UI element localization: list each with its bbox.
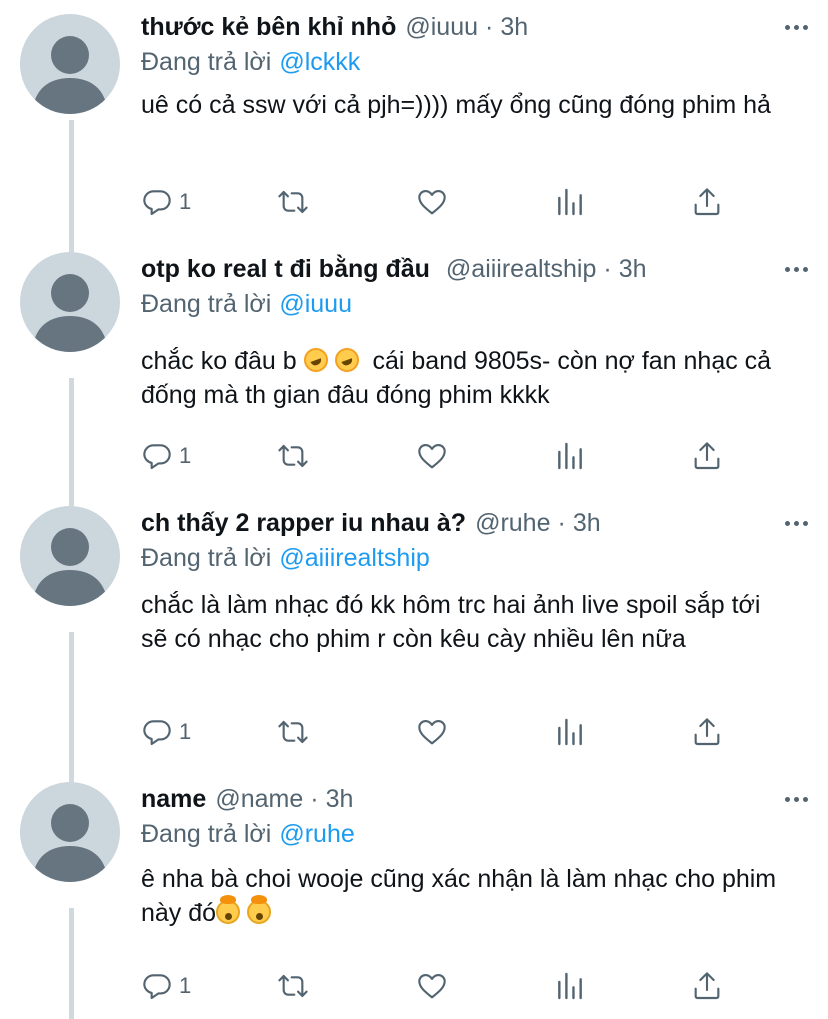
user-handle[interactable]: @name [215, 785, 303, 814]
tweet-header: name @name · 3h [141, 782, 808, 816]
retweet-icon [278, 190, 308, 214]
tweet-actions: 1 [141, 438, 731, 474]
share-icon [694, 188, 720, 216]
tweet-text: chắc ko đâu b cái band 9805s- còn nợ fan… [141, 344, 808, 412]
tweet-text: uê có cả ssw với cả pjh=)))) mấy ổng cũn… [141, 88, 808, 122]
replying-to-label: Đang trả lời [141, 289, 272, 318]
retweet-icon [278, 444, 308, 468]
tweet-header: ch thấy 2 rapper iu nhau à? @ruhe · 3h [141, 506, 808, 540]
tweet-header: thước kẻ bên khỉ nhỏ @iuuu · 3h [141, 10, 808, 44]
avatar[interactable] [20, 14, 120, 114]
avatar[interactable] [20, 506, 120, 606]
retweet-icon [278, 974, 308, 998]
like-button[interactable] [416, 714, 448, 750]
exploding-head-emoji-icon [247, 895, 272, 924]
views-button[interactable] [554, 968, 586, 1004]
share-button[interactable] [691, 184, 723, 220]
heart-icon [418, 974, 446, 999]
tweet-actions: 1 [141, 184, 731, 220]
replying-to: Đang trả lời @iuuu [141, 286, 808, 322]
display-name[interactable]: otp ko real t đi bằng đầu [141, 255, 430, 284]
tweet-text-part: uê có cả ssw với cả pjh=)))) mấy ổng cũn… [141, 91, 771, 119]
replying-to-label: Đang trả lời [141, 543, 272, 572]
user-handle[interactable]: @ruhe [475, 509, 550, 538]
analytics-icon [558, 442, 582, 470]
timestamp[interactable]: 3h [500, 13, 528, 42]
heart-icon [418, 190, 446, 215]
retweet-button[interactable] [277, 714, 309, 750]
separator: · [485, 12, 494, 41]
mention-link[interactable]: @ruhe [279, 820, 354, 849]
reply-button[interactable]: 1 [141, 184, 191, 220]
retweet-button[interactable] [277, 438, 309, 474]
share-icon [694, 718, 720, 746]
separator: · [603, 254, 612, 283]
display-name[interactable]: name [141, 785, 206, 814]
heart-icon [418, 444, 446, 469]
more-icon[interactable] [785, 782, 808, 816]
more-icon[interactable] [785, 10, 808, 44]
avatar[interactable] [20, 252, 120, 352]
separator: · [557, 508, 566, 537]
display-name[interactable]: ch thấy 2 rapper iu nhau à? [141, 509, 466, 538]
share-icon [694, 442, 720, 470]
reply-button[interactable]: 1 [141, 968, 191, 1004]
share-button[interactable] [691, 438, 723, 474]
reply-icon [143, 974, 171, 1000]
retweet-icon [278, 720, 308, 744]
like-button[interactable] [416, 968, 448, 1004]
reply-count: 1 [179, 189, 192, 214]
reply-icon [143, 190, 171, 216]
reply-button[interactable]: 1 [141, 714, 191, 750]
analytics-icon [558, 188, 582, 216]
tweet-header: otp ko real t đi bằng đầu @aiiirealtship… [141, 252, 808, 286]
replying-to: Đang trả lời @lckkk [141, 44, 808, 80]
replying-to: Đang trả lời @aiiirealtship [141, 540, 808, 576]
tweet-text: chắc là làm nhạc đó kk hôm trc hai ảnh l… [141, 588, 808, 656]
tweet-text-part: chắc là làm nhạc đó kk hôm trc hai ảnh l… [141, 591, 761, 653]
retweet-button[interactable] [277, 184, 309, 220]
analytics-icon [558, 718, 582, 746]
reply-count: 1 [179, 973, 192, 998]
tweet-text: ê nha bà choi wooje cũng xác nhận là làm… [141, 862, 808, 930]
user-handle[interactable]: @iuuu [405, 13, 478, 42]
views-button[interactable] [554, 438, 586, 474]
retweet-button[interactable] [277, 968, 309, 1004]
separator: · [310, 784, 319, 813]
reply-icon [143, 720, 171, 746]
mention-link[interactable]: @iuuu [279, 290, 352, 319]
replying-to-label: Đang trả lời [141, 819, 272, 848]
display-name[interactable]: thước kẻ bên khỉ nhỏ [141, 13, 396, 42]
reply-count: 1 [179, 443, 192, 468]
tweet-actions: 1 [141, 714, 731, 750]
avatar[interactable] [20, 782, 120, 882]
mention-link[interactable]: @aiiirealtship [279, 544, 429, 573]
user-handle[interactable]: @aiiirealtship [446, 255, 596, 284]
share-icon [694, 972, 720, 1000]
analytics-icon [558, 972, 582, 1000]
reply-icon [143, 444, 171, 470]
tweet-actions: 1 [141, 968, 731, 1004]
rofl-emoji-icon [334, 348, 359, 372]
views-button[interactable] [554, 184, 586, 220]
timestamp[interactable]: 3h [573, 509, 601, 538]
replying-to: Đang trả lời @ruhe [141, 816, 808, 852]
replying-to-label: Đang trả lời [141, 47, 272, 76]
heart-icon [418, 720, 446, 745]
reply-count: 1 [179, 719, 192, 744]
share-button[interactable] [691, 968, 723, 1004]
exploding-head-emoji-icon [216, 895, 241, 924]
reply-button[interactable]: 1 [141, 438, 191, 474]
like-button[interactable] [416, 184, 448, 220]
timestamp[interactable]: 3h [326, 785, 354, 814]
timestamp[interactable]: 3h [619, 255, 647, 284]
rofl-emoji-icon [303, 348, 328, 372]
mention-link[interactable]: @lckkk [279, 48, 360, 77]
like-button[interactable] [416, 438, 448, 474]
more-icon[interactable] [785, 506, 808, 540]
more-icon[interactable] [785, 252, 808, 286]
share-button[interactable] [691, 714, 723, 750]
views-button[interactable] [554, 714, 586, 750]
tweet-text-part: chắc ko đâu b [141, 347, 304, 375]
